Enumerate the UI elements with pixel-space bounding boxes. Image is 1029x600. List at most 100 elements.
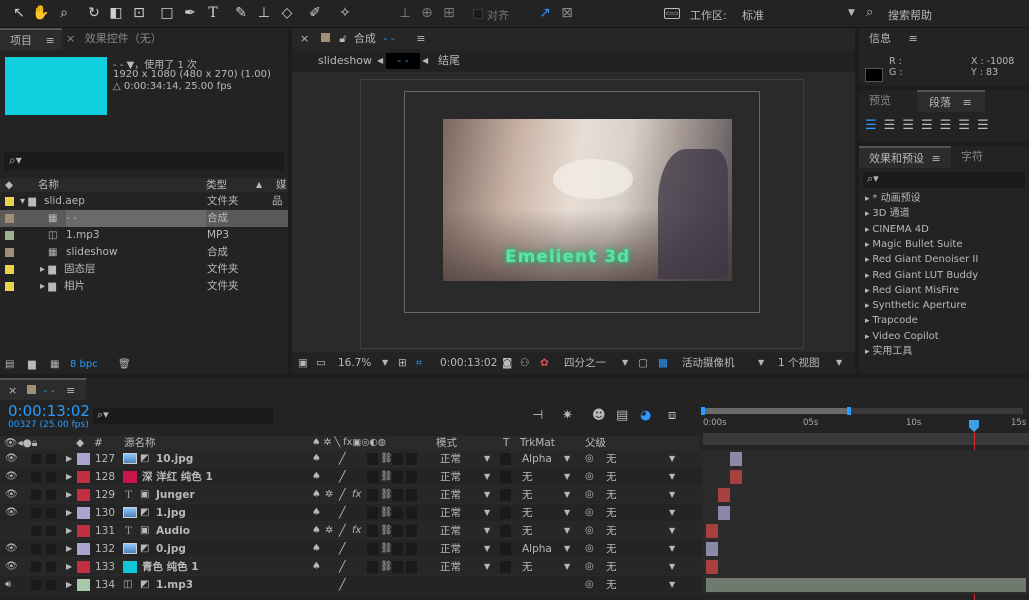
quality-icon[interactable]: ╱ (339, 576, 346, 594)
roto-brush-tool-icon[interactable]: ✐ (306, 4, 324, 22)
quality-icon[interactable]: ╱ (339, 450, 346, 468)
switch-box[interactable] (367, 507, 378, 519)
lock-toggle[interactable] (46, 508, 56, 518)
label-column-icon[interactable]: ◆ (5, 178, 13, 192)
visibility-eye-icon[interactable]: 👁︎ (5, 486, 18, 504)
pan-behind-tool-icon[interactable]: ⊡ (130, 4, 148, 22)
link-icon[interactable]: ⛓ (380, 486, 393, 504)
rectangle-tool-icon[interactable]: □ (158, 4, 176, 22)
col-number[interactable]: # (94, 436, 103, 450)
parent-select[interactable]: 无 (606, 522, 617, 540)
solo-toggle[interactable] (31, 544, 41, 554)
lock-toggle[interactable] (46, 544, 56, 554)
effects-category[interactable]: ▸ * 动画预设 (865, 191, 921, 206)
pick-whip-icon[interactable]: ◎ (585, 468, 594, 486)
preserve-transparency-box[interactable] (500, 453, 511, 465)
work-area-bar[interactable] (701, 407, 1023, 415)
layer-name[interactable]: 1.mp3 (156, 576, 193, 594)
chevron-down-icon[interactable]: ▼ (564, 486, 570, 504)
brush-tool-icon[interactable]: ✎ (232, 4, 250, 22)
camera-tool-icon[interactable]: ◧ (107, 4, 125, 22)
zoom-tool-icon[interactable]: ⌕ (55, 4, 73, 22)
switch-box[interactable] (392, 561, 403, 573)
close-icon[interactable]: × (66, 32, 75, 45)
parent-select[interactable]: 无 (606, 468, 617, 486)
time-ruler[interactable]: 0:00s 05s 10s 15s (703, 418, 1029, 432)
justify-center-icon[interactable]: ☰ (940, 118, 959, 133)
switch-box[interactable] (392, 543, 403, 555)
blend-mode-select[interactable]: 正常 (440, 486, 461, 504)
always-preview-icon[interactable]: ▣ (298, 352, 308, 374)
breadcrumb-slideshow[interactable]: slideshow (318, 50, 372, 72)
pick-whip-icon[interactable]: ◎ (585, 504, 594, 522)
shy-icon[interactable]: ♠ (312, 450, 321, 468)
tab-info[interactable]: 信息 ≡ (859, 28, 918, 50)
switch-box[interactable] (392, 489, 403, 501)
workspace-select[interactable]: 标准 (742, 7, 852, 23)
sort-icon[interactable]: ▲ (256, 178, 262, 192)
close-icon[interactable]: × (8, 384, 17, 397)
effects-category[interactable]: ▸ Red Giant LUT Buddy (865, 268, 978, 283)
chevron-down-icon[interactable]: ▼ (622, 352, 628, 374)
comp-timecode[interactable]: 0:00:13:02 (440, 352, 497, 374)
pick-whip-icon[interactable]: ◎ (585, 558, 594, 576)
switch-box[interactable] (406, 525, 417, 537)
breadcrumb-current[interactable]: - - (386, 53, 420, 69)
layer-name[interactable]: 10.jpg (156, 450, 193, 468)
justify-left-icon[interactable]: ☰ (921, 118, 940, 133)
project-search-field[interactable]: ⌕▾ (4, 152, 284, 170)
shy-icon[interactable]: ♠ (312, 486, 321, 504)
channel-icon[interactable]: ✿ (540, 352, 549, 374)
switch-box[interactable] (392, 453, 403, 465)
visibility-eye-icon[interactable]: 👁︎ (5, 450, 18, 468)
trkmat-select[interactable]: 无 (522, 468, 533, 486)
layer-duration-bar[interactable] (730, 452, 742, 466)
chevron-down-icon[interactable]: ▼ (669, 558, 675, 576)
solo-toggle[interactable] (31, 490, 41, 500)
project-list-item[interactable]: ▾ ▆ slid.aep 文件夹 品 (0, 193, 288, 210)
layer-label-color[interactable] (77, 453, 90, 465)
switch-box[interactable] (406, 489, 417, 501)
shy-icon[interactable]: ♠ (312, 522, 321, 540)
project-list-item[interactable]: ◫ 1.mp3 MP3 (0, 227, 288, 244)
effects-category[interactable]: ▸ Magic Bullet Suite (865, 237, 963, 252)
comp-viewer[interactable]: Emelient 3d (292, 72, 855, 350)
align-left-icon[interactable]: ☰ (865, 118, 884, 133)
expand-arrow-icon[interactable]: ▶ (66, 558, 72, 576)
parent-select[interactable]: 无 (606, 504, 617, 522)
new-folder-icon[interactable]: ▆ (28, 356, 36, 374)
chevron-down-icon[interactable]: ▼ (564, 504, 570, 522)
tab-timeline[interactable]: × - - ≡ (0, 378, 86, 400)
graph-editor-icon[interactable]: ⧈ (668, 408, 676, 423)
tab-paragraph[interactable]: 段落 ≡ (917, 90, 985, 112)
search-help-input[interactable]: 搜索帮助 (888, 7, 1023, 23)
blend-mode-select[interactable]: 正常 (440, 540, 461, 558)
switch-box[interactable] (367, 525, 378, 537)
work-area-end-handle[interactable] (847, 407, 851, 415)
effects-category[interactable]: ▸ Video Copilot (865, 329, 939, 344)
panel-menu-icon[interactable]: ≡ (416, 32, 425, 45)
link-icon[interactable]: ⛓ (380, 540, 393, 558)
layer-duration-bar[interactable] (706, 542, 718, 556)
solo-toggle[interactable] (31, 472, 41, 482)
snapshot-icon[interactable]: ◙ (502, 352, 512, 374)
col-name[interactable]: 名称 (38, 178, 59, 192)
col-source-name[interactable]: 源名称 (124, 436, 156, 450)
monitor-icon[interactable]: ▭ (316, 352, 326, 374)
trash-icon[interactable]: 🗑 (118, 356, 131, 374)
pick-whip-icon[interactable]: ◎ (585, 450, 594, 468)
quality-icon[interactable]: ╱ (339, 558, 346, 576)
switch-box[interactable] (406, 543, 417, 555)
preserve-transparency-box[interactable] (500, 525, 511, 537)
layer-row[interactable]: 👁︎ ▶ 132 ◩ 0.jpg ♠ ╱ ⛓ 正常 ▼ Alpha ▼ ◎ 无 ▼ (0, 540, 1029, 558)
effects-category[interactable]: ▸ Red Giant MisFire (865, 283, 959, 298)
trkmat-select[interactable]: 无 (522, 504, 533, 522)
snap-icon[interactable]: ↗ (536, 4, 554, 22)
chevron-down-icon[interactable]: ▼ (484, 522, 490, 540)
layer-duration-bar[interactable] (706, 560, 718, 574)
preserve-transparency-box[interactable] (500, 489, 511, 501)
collapse-icon[interactable]: ✲ (325, 522, 333, 540)
clone-stamp-tool-icon[interactable]: ⊥ (255, 4, 273, 22)
tab-project[interactable]: 项目 ≡ (0, 28, 62, 50)
shy-icon[interactable]: ♠ (312, 558, 321, 576)
